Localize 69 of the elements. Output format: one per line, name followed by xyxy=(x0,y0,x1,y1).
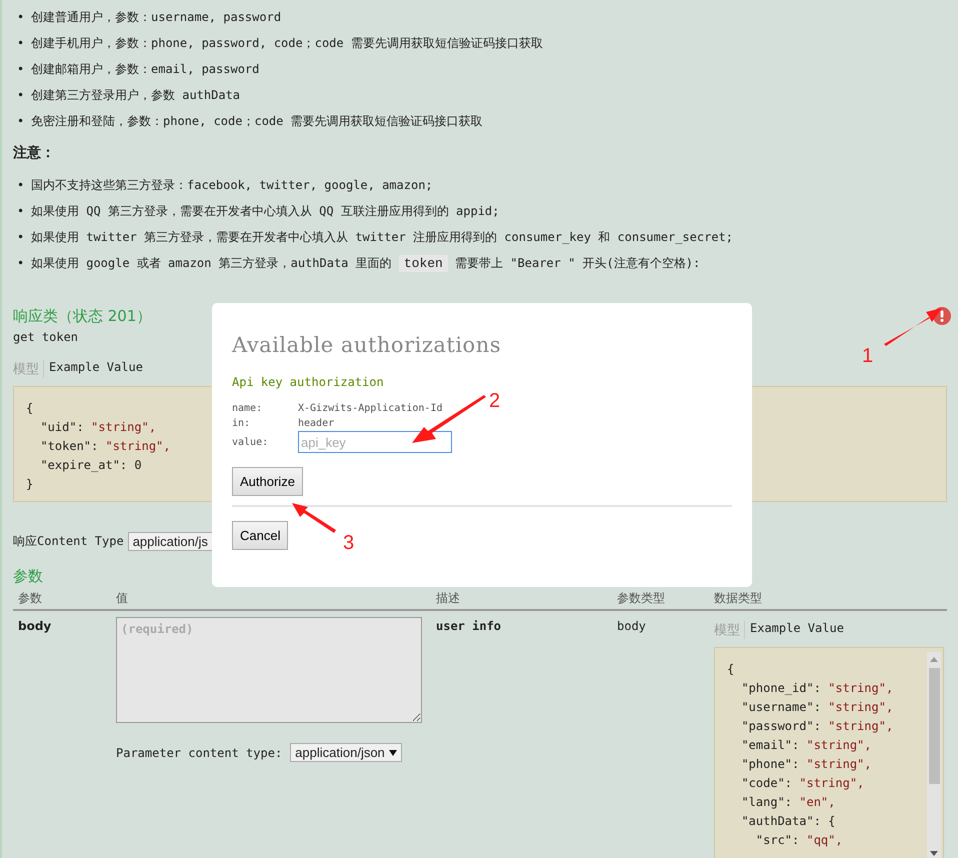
annotation-arrow xyxy=(292,503,336,533)
code-line: "uid": "string", xyxy=(39,419,156,436)
bullet: • xyxy=(17,61,26,78)
bullet: • xyxy=(17,255,26,272)
bullet: • xyxy=(17,113,26,130)
code-line: "username": "string", xyxy=(740,699,894,716)
code-line: { xyxy=(26,400,34,417)
list-item: 免密注册和登陆，参数：phone, code；code 需要先调用获取短信验证码接口获取 xyxy=(31,113,483,130)
field-label: in: xyxy=(232,418,252,429)
bullet: • xyxy=(17,229,26,246)
section-title: Api key authorization xyxy=(232,375,385,389)
list-item: 创建邮箱用户，参数：email, password xyxy=(31,61,260,78)
model-tab[interactable]: Example Value xyxy=(43,360,147,378)
bullet: • xyxy=(17,9,26,26)
code-line: "password": "string", xyxy=(740,718,894,735)
bullet: • xyxy=(17,35,26,52)
list-item: 创建普通用户，参数：username, password xyxy=(31,9,282,26)
parameters-heading: 参数 xyxy=(13,567,43,586)
column-header: 参数 xyxy=(18,590,43,607)
column-header: 描述 xyxy=(436,590,461,607)
cancel-button[interactable]: Cancel xyxy=(232,521,288,550)
column-header: 值 xyxy=(116,590,129,607)
authorize-button[interactable]: Authorize xyxy=(232,467,303,496)
annotation-number: 2 xyxy=(489,390,500,413)
param-name: body xyxy=(18,619,52,635)
code-line: } xyxy=(26,476,34,493)
code-line: "expire_at": 0 xyxy=(39,457,142,474)
code-line: "code": "string", xyxy=(740,775,864,792)
code-line: "phone_id": "string", xyxy=(740,680,894,697)
bullet: • xyxy=(17,87,26,104)
field-label: name: xyxy=(232,403,264,414)
code-line: { xyxy=(727,661,734,678)
field-value: X-Gizwits-Application-Id xyxy=(298,403,442,414)
list-item: 创建手机用户，参数：phone, password, code；code 需要先调用获取短信验证码接口获取 xyxy=(31,35,543,52)
list-item: 如果使用 google 或者 amazon 第三方登录，authData 里面的 token 需要带上 "Bearer " 开头(注意有个空格): xyxy=(31,254,700,274)
code-line: "authData": { xyxy=(740,813,836,830)
param-description: user info xyxy=(436,619,502,635)
list-item: 国内不支持这些第三方登录：facebook, twitter, google, amazon; xyxy=(31,177,433,194)
code-line: "lang": "en", xyxy=(740,794,836,811)
body-textarea[interactable]: (required) xyxy=(116,617,422,723)
scrollbar[interactable] xyxy=(927,652,941,858)
bullet: • xyxy=(17,177,26,194)
response-heading: 响应类（状态 201） xyxy=(13,307,152,326)
content-type-select[interactable]: application/json xyxy=(290,743,402,762)
api-key-input[interactable]: api_key xyxy=(298,431,452,453)
annotation-arrow xyxy=(884,308,942,346)
param-type: body xyxy=(617,619,647,635)
code-line: "email": "string", xyxy=(740,737,872,754)
response-description: get token xyxy=(13,330,80,344)
annotation-number: 1 xyxy=(862,345,874,368)
content-type-label: 响应Content Type xyxy=(13,533,124,550)
dialog-title: Available authorizations xyxy=(232,333,502,357)
annotation-number: 3 xyxy=(343,532,354,555)
field-label: value: xyxy=(232,436,270,448)
column-header: 参数类型 xyxy=(617,590,666,607)
list-item: 创建第三方登录用户，参数 authData xyxy=(31,87,240,104)
code-line: "phone": "string", xyxy=(740,756,872,773)
field-value: header xyxy=(298,418,334,429)
content-type-select[interactable]: application/js xyxy=(128,532,213,551)
content-type-label: Parameter content type: xyxy=(116,746,282,760)
bullet: • xyxy=(17,203,26,220)
model-tab[interactable]: Example Value xyxy=(744,621,848,639)
note-heading: 注意： xyxy=(13,144,56,162)
list-item: 如果使用 twitter 第三方登录，需要在开发者中心填入从 twitter 注册应用得到的 consumer_key 和 consumer_secret; xyxy=(31,229,734,246)
column-header: 数据类型 xyxy=(714,590,763,607)
list-item: 如果使用 QQ 第三方登录，需要在开发者中心填入从 QQ 互联注册应用得到的 appid; xyxy=(31,203,500,220)
code-line: "src": "qq", xyxy=(754,832,843,849)
code-line: "token": "string", xyxy=(39,438,171,455)
caret-icon xyxy=(388,748,397,756)
